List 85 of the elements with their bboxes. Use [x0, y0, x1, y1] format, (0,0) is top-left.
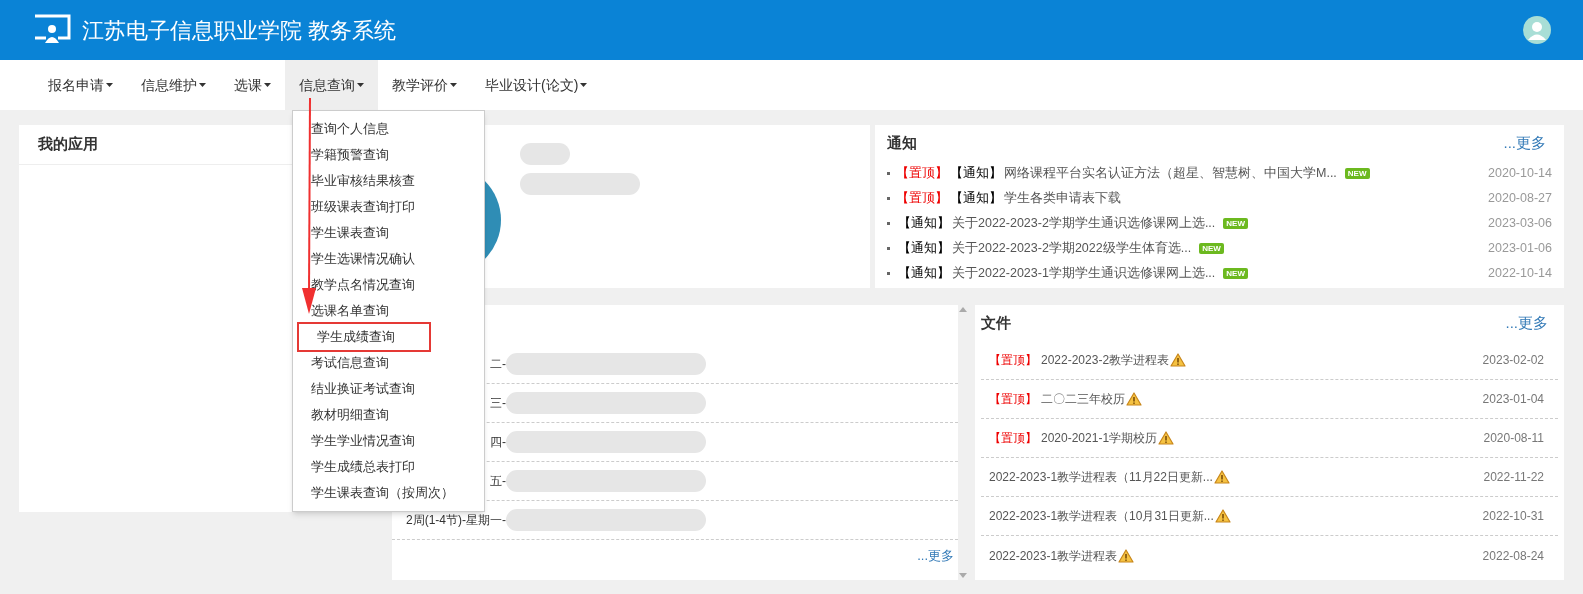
notice-tag: 【通知】: [898, 264, 950, 283]
menu-item[interactable]: 教学点名情况查询: [293, 272, 484, 298]
notice-date: 2022-10-14: [1488, 265, 1552, 283]
file-link[interactable]: 2022-2023-2教学进程表: [1041, 351, 1170, 369]
file-date: 2022-11-22: [1483, 469, 1544, 486]
schedule-text: 二-: [490, 356, 506, 373]
file-link[interactable]: 二〇二三年校历: [1041, 390, 1125, 408]
notice-tag: 【通知】: [898, 239, 950, 258]
file-link[interactable]: 2022-2023-1教学进程表: [989, 546, 1118, 565]
file-date: 2022-08-24: [1482, 547, 1544, 565]
schedule-text: 五-: [490, 473, 506, 490]
file-date: 2020-08-11: [1483, 430, 1544, 447]
menu-item[interactable]: 学生课表查询: [293, 220, 484, 246]
warning-icon: [1213, 470, 1230, 484]
more-link[interactable]: ...更多: [917, 546, 954, 566]
file-link[interactable]: 2020-2021-1学期校历: [1041, 429, 1158, 447]
menu-item[interactable]: 学生学业情况查询: [293, 428, 484, 454]
panel-title: 我的应用: [38, 134, 98, 155]
notice-link[interactable]: 关于2022-2023-2学期2022级学生体育选...: [952, 239, 1192, 258]
bullet-icon: [887, 172, 890, 175]
warning-icon: [1170, 353, 1187, 367]
file-date: 2023-01-04: [1482, 391, 1544, 408]
menu-item[interactable]: 学籍预警查询: [293, 142, 484, 168]
pinned-label: 【置顶】: [896, 165, 948, 183]
bullet-icon: [887, 222, 890, 225]
new-badge: NEW: [1199, 243, 1224, 254]
notice-tag: 【通知】: [950, 189, 1002, 208]
file-date: 2022-10-31: [1482, 508, 1544, 525]
pinned-label: 【置顶】: [989, 391, 1037, 408]
notice-link[interactable]: 关于2022-2023-1学期学生通识选修课网上选...: [952, 264, 1216, 283]
menu-item[interactable]: 学生成绩查询: [299, 324, 429, 350]
new-badge: NEW: [1223, 218, 1248, 229]
menu-item[interactable]: 学生课表查询（按周次）: [293, 480, 484, 506]
notice-date: 2020-08-27: [1488, 190, 1552, 208]
caret-icon: [106, 83, 113, 87]
more-link[interactable]: ...更多: [1505, 311, 1548, 335]
notice-link[interactable]: 网络课程平台实名认证方法（超星、智慧树、中国大学M...: [1004, 164, 1337, 183]
panel-title: 文件: [981, 312, 1011, 333]
bullet-icon: [887, 197, 890, 200]
caret-icon: [580, 83, 588, 87]
notice-tag: 【通知】: [898, 214, 950, 233]
caret-icon: [357, 83, 364, 87]
new-badge: NEW: [1344, 168, 1370, 179]
schedule-text: 2周(1-4节)-星期一-: [406, 512, 506, 529]
bullet-icon: [887, 272, 890, 275]
app-title: 江苏电子信息职业学院 教务系统: [82, 16, 397, 45]
caret-icon: [450, 83, 457, 87]
nav-menu[interactable]: 信息查询: [285, 60, 378, 110]
notice-tag: 【通知】: [950, 164, 1002, 183]
notice-date: 2023-01-06: [1488, 240, 1552, 258]
caret-icon: [199, 83, 206, 87]
menu-item[interactable]: 教材明细查询: [293, 402, 484, 428]
warning-icon: [1158, 431, 1175, 445]
blurred-text: [520, 143, 570, 165]
scroll-down-icon[interactable]: [959, 573, 967, 578]
panel-title: 通知: [887, 132, 917, 153]
notice-date: 2020-10-14: [1488, 165, 1552, 183]
menu-item[interactable]: 结业换证考试查询: [293, 376, 484, 402]
menu-item[interactable]: 班级课表查询打印: [293, 194, 484, 220]
file-date: 2023-02-02: [1482, 352, 1544, 369]
file-link[interactable]: 2022-2023-1教学进程表（10月31日更新...: [989, 507, 1214, 525]
menu-item[interactable]: 查询个人信息: [293, 116, 484, 142]
menu-item[interactable]: 考试信息查询: [293, 350, 484, 376]
file-link[interactable]: 2022-2023-1教学进程表（11月22日更新...: [989, 468, 1213, 486]
scroll-up-icon[interactable]: [959, 307, 967, 312]
schedule-text: 四-: [490, 434, 506, 451]
notice-link[interactable]: 学生各类申请表下载: [1004, 189, 1121, 208]
notice-date: 2023-03-06: [1488, 215, 1552, 233]
notice-link[interactable]: 关于2022-2023-2学期学生通识选修课网上选...: [952, 214, 1216, 233]
pinned-label: 【置顶】: [896, 190, 948, 208]
warning-icon: [1118, 548, 1135, 563]
bullet-icon: [887, 247, 890, 250]
menu-item[interactable]: 学生成绩总表打印: [293, 454, 484, 480]
menu-item[interactable]: 学生选课情况确认: [293, 246, 484, 272]
pinned-label: 【置顶】: [989, 430, 1037, 447]
new-badge: NEW: [1223, 268, 1248, 279]
warning-icon: [1214, 509, 1231, 523]
menu-item[interactable]: 选课名单查询: [293, 298, 484, 324]
more-link[interactable]: ...更多: [1503, 131, 1546, 155]
caret-icon: [264, 83, 271, 87]
menu-item[interactable]: 毕业审核结果核查: [293, 168, 484, 194]
avatar-icon[interactable]: [1523, 16, 1551, 44]
warning-icon: [1126, 392, 1142, 406]
pinned-label: 【置顶】: [989, 352, 1037, 369]
schedule-text: 三-: [490, 395, 506, 412]
